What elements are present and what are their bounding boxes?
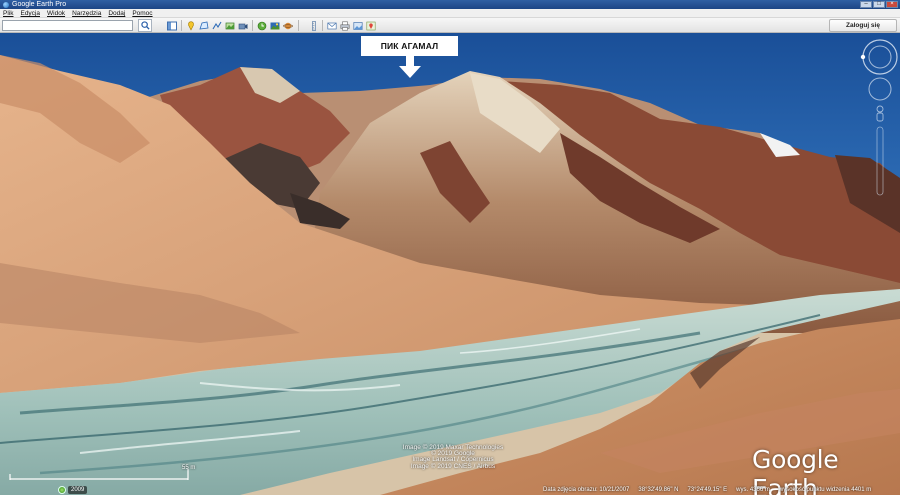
move-joystick-icon: [868, 77, 892, 101]
placemark-button[interactable]: [185, 20, 196, 31]
street-view-pegman-icon: [876, 105, 884, 122]
menu-file[interactable]: Plik: [3, 9, 13, 17]
ruler-button[interactable]: [308, 20, 319, 31]
menu-edit[interactable]: Edycja: [20, 9, 40, 17]
signin-button[interactable]: Zaloguj się: [829, 19, 897, 32]
menu-help[interactable]: Pomoc: [132, 9, 152, 17]
save-image-icon: [352, 21, 363, 30]
minimize-icon[interactable]: –: [860, 1, 872, 8]
close-icon[interactable]: ×: [886, 1, 898, 8]
maximize-icon[interactable]: □: [873, 1, 885, 8]
status-bar: Data zdjęcia obrazu: 10/21/2007 38°32'49…: [543, 485, 900, 495]
print-button[interactable]: [339, 20, 350, 31]
save-image-button[interactable]: [352, 20, 363, 31]
zoom-slider-icon: [876, 126, 884, 196]
email-icon: [326, 22, 337, 29]
record-tour-button[interactable]: [237, 20, 248, 31]
search-input[interactable]: [2, 20, 133, 31]
planets-icon: [282, 22, 293, 29]
toolbar: Zaloguj się: [0, 18, 900, 33]
search-button[interactable]: [138, 19, 152, 32]
navigation-controls[interactable]: [856, 35, 900, 205]
magnifier-icon: [140, 21, 150, 30]
menu-tools[interactable]: Narzędzia: [72, 9, 101, 17]
elevation: wys. 4366 m: [736, 487, 770, 493]
image-overlay-icon: [225, 22, 234, 29]
scale-label: 55 m: [182, 465, 196, 471]
historical-imagery-date[interactable]: 2009: [58, 485, 88, 494]
sidebar-toggle-button[interactable]: [166, 20, 177, 31]
title-bar: Google Earth Pro – □ ×: [0, 0, 900, 9]
window-controls: – □ ×: [860, 1, 898, 8]
sidebar-toggle-icon: [166, 21, 177, 30]
ruler-icon: [311, 20, 316, 31]
earth-3d-view[interactable]: ПИК АГАМАЛ Image © 2019 Maxar Technologi…: [0, 33, 900, 495]
down-arrow-icon: [399, 56, 421, 78]
clock-icon: [58, 485, 66, 494]
terrain-imagery: [0, 33, 900, 495]
scale-bar: [9, 469, 189, 480]
menu-add[interactable]: Dodaj: [108, 9, 125, 17]
google-maps-icon: [366, 21, 375, 30]
imagery-attribution: Image © 2019 Maxar Technologies © 2019 G…: [402, 444, 504, 470]
sunlight-button[interactable]: [269, 20, 280, 31]
eye-altitude: wysokość punktu widzenia 4401 m: [778, 487, 872, 493]
peak-label: ПИК АГАМАЛ: [361, 36, 458, 56]
path-icon: [212, 21, 221, 29]
print-icon: [340, 21, 349, 31]
longitude: 73°24'49.15" E: [687, 487, 728, 493]
historical-imagery-icon: [257, 21, 266, 30]
latitude: 38°32'49.86" N: [638, 487, 679, 493]
record-tour-icon: [238, 23, 247, 29]
menu-view[interactable]: Widok: [47, 9, 65, 17]
window-title: Google Earth Pro: [12, 1, 67, 8]
google-maps-button[interactable]: [365, 20, 376, 31]
email-button[interactable]: [326, 20, 337, 31]
sunlight-icon: [270, 22, 279, 29]
path-button[interactable]: [211, 20, 222, 31]
google-earth-app-icon: [3, 1, 9, 8]
polygon-button[interactable]: [198, 20, 209, 31]
imagery-date: Data zdjęcia obrazu: 10/21/2007: [543, 487, 630, 493]
menu-bar: Plik Edycja Widok Narzędzia Dodaj Pomoc: [0, 9, 900, 18]
historical-imagery-button[interactable]: [256, 20, 267, 31]
planets-button[interactable]: [282, 20, 293, 31]
look-joystick-icon: [860, 39, 898, 75]
placemark-icon: [187, 20, 194, 31]
image-overlay-button[interactable]: [224, 20, 235, 31]
polygon-icon: [198, 21, 208, 29]
